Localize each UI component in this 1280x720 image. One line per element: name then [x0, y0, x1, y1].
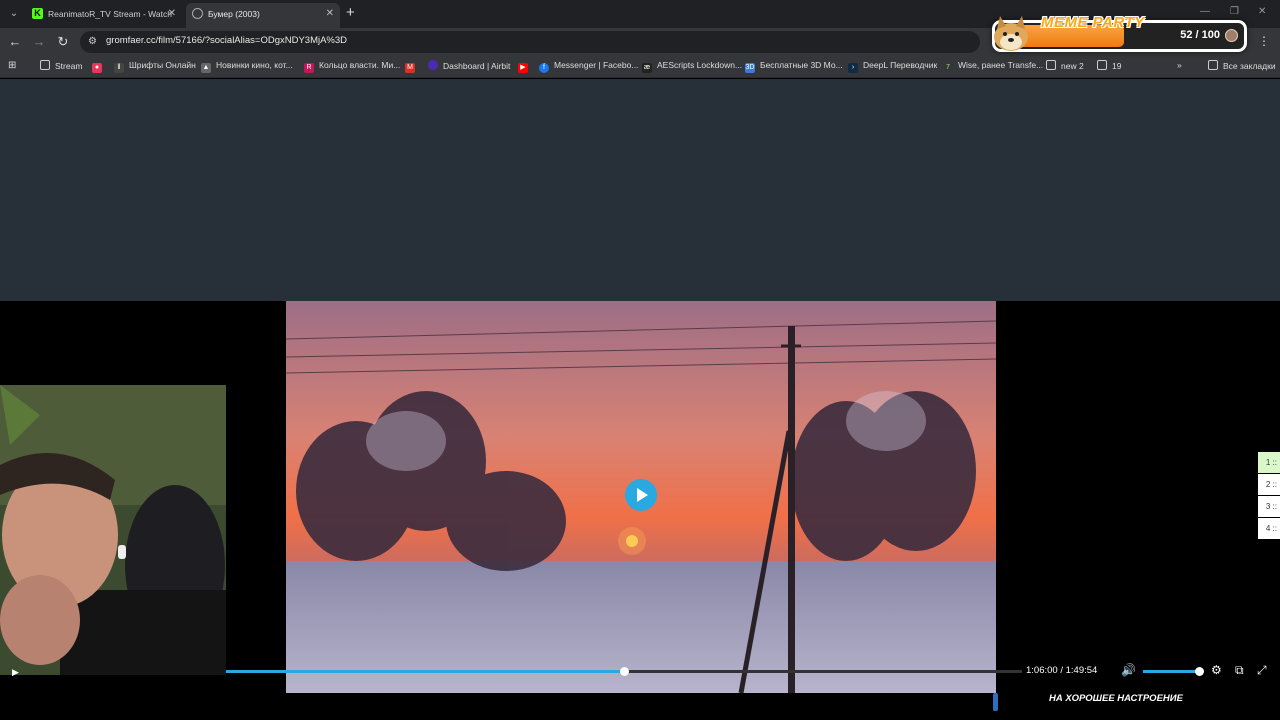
browser-menu-icon[interactable]: ⋮	[1258, 34, 1270, 48]
apps-icon[interactable]: ⊞	[8, 60, 16, 71]
restore-icon[interactable]: ❐	[1230, 6, 1239, 17]
play-icon[interactable]: ▶	[12, 667, 19, 678]
bookmark-3d[interactable]: 3D Бесплатные 3D Мо...	[745, 60, 843, 73]
forward-icon[interactable]: →	[30, 33, 48, 51]
film-icon: ▲	[201, 63, 211, 73]
folder-icon	[40, 60, 50, 70]
volume-slider[interactable]	[1143, 667, 1204, 676]
fullscreen-icon[interactable]: ⤢	[1257, 663, 1267, 678]
popout-icon[interactable]: ⧉	[1235, 663, 1244, 678]
bookmark-new2[interactable]: new 2	[1046, 60, 1084, 71]
meme-party-widget: MEME PARTY 52 / 100	[992, 14, 1247, 52]
bookmark-koltso[interactable]: R Кольцо власти. Ми...	[304, 60, 400, 73]
facebook-icon: f	[539, 63, 549, 73]
wise-icon: 7	[946, 64, 950, 71]
side-tabs: 1 :: 2 :: 3 :: 4 ::	[1258, 452, 1280, 540]
coin-icon	[1225, 29, 1238, 42]
reload-icon[interactable]: ↻	[54, 33, 72, 51]
webcam-feed	[0, 385, 226, 675]
close-window-icon[interactable]: ✕	[1258, 6, 1266, 17]
folder-icon	[1097, 60, 1107, 70]
bookmark-live[interactable]: ●	[92, 60, 107, 73]
back-icon[interactable]: ←	[6, 33, 24, 51]
tab-bumer[interactable]: Бумер (2003) ✕	[186, 3, 340, 28]
meme-party-title: MEME PARTY	[1041, 14, 1145, 31]
streamer-image	[0, 385, 226, 675]
aescripts-icon: æ	[642, 63, 652, 73]
font-icon: ‖	[114, 63, 124, 73]
doge-icon	[994, 16, 1028, 51]
folder-icon	[1046, 60, 1056, 70]
side-tab-4[interactable]: 4 ::	[1258, 518, 1280, 539]
video-player[interactable]: ▶ 1:06:00 / 1:49:54 🔊 ⚙ ⧉ ⤢ 1 :: 2 :: 3 …	[0, 301, 1280, 720]
deepl-icon: ›	[848, 63, 858, 73]
settings-gear-icon[interactable]: ⚙	[1211, 663, 1222, 677]
gmail-icon: M	[405, 63, 415, 73]
tab-title: Бумер (2003)	[208, 9, 260, 19]
tab-title: ReanimatoR_TV Stream - Watch	[48, 9, 172, 19]
r-icon: R	[304, 63, 314, 73]
globe-icon	[192, 8, 203, 19]
tab-search-chevron-icon[interactable]: ⌄	[6, 6, 22, 22]
all-bookmarks[interactable]: Все закладки	[1208, 60, 1276, 71]
bookmark-novinki[interactable]: ▲ Новинки кино, кот...	[201, 60, 293, 73]
close-icon[interactable]: ✕	[326, 3, 334, 25]
ticker-text: НА ХОРОШЕЕ НАСТРОЕНИЕ	[1049, 693, 1183, 704]
time-separator: /	[1060, 665, 1063, 676]
live-icon: ●	[92, 63, 102, 73]
tab-reanimator[interactable]: K ReanimatoR_TV Stream - Watch ✕	[26, 3, 182, 28]
bookmark-messenger[interactable]: f Messenger | Facebo...	[539, 60, 638, 73]
url-text: gromfaer.cc/film/57166/?socialAlias=ODgx…	[106, 35, 348, 46]
new-tab-icon[interactable]: +	[346, 4, 355, 21]
center-play-button[interactable]	[625, 479, 657, 511]
close-icon[interactable]: ✕	[168, 3, 176, 25]
volume-icon[interactable]: 🔊	[1121, 663, 1136, 677]
time-display: 1:06:00 / 1:49:54	[1026, 665, 1097, 676]
player-controls: ▶ 1:06:00 / 1:49:54 🔊 ⚙ ⧉ ⤢	[0, 661, 1280, 691]
bookmarks-bar: ⊞ Stream ● ‖ Шрифты Онлайн ▲ Новинки кино,…	[0, 56, 1280, 78]
site-info-icon[interactable]: ⚙	[88, 36, 97, 47]
bookmark-stream[interactable]: Stream	[40, 60, 82, 71]
bookmark-youtube[interactable]: ▶	[518, 60, 533, 73]
bookmark-19[interactable]: 19	[1097, 60, 1121, 71]
duration: 1:49:54	[1065, 665, 1098, 676]
bookmark-airbit[interactable]: Dashboard | Airbit	[428, 60, 510, 71]
current-time: 1:06:00	[1026, 665, 1058, 676]
minimize-icon[interactable]: —	[1200, 6, 1210, 17]
page-header-area	[0, 79, 1280, 301]
meme-count: 52 / 100	[1180, 29, 1220, 41]
side-tab-1[interactable]: 1 ::	[1258, 452, 1280, 473]
ticker-accent	[993, 693, 998, 711]
kick-icon: K	[32, 8, 43, 19]
side-tab-2[interactable]: 2 ::	[1258, 474, 1280, 495]
seek-bar[interactable]	[226, 667, 1022, 676]
volume-handle[interactable]	[1195, 667, 1204, 676]
bookmarks-overflow-icon[interactable]: »	[1177, 60, 1182, 70]
bookmark-aescripts[interactable]: æ AEScripts Lockdown...	[642, 60, 742, 73]
airbit-icon	[428, 60, 438, 70]
youtube-icon: ▶	[518, 63, 528, 73]
bookmark-fonts[interactable]: ‖ Шрифты Онлайн	[114, 60, 196, 73]
address-bar[interactable]: ⚙ gromfaer.cc/film/57166/?socialAlias=OD…	[80, 31, 980, 53]
seek-handle[interactable]	[620, 667, 629, 676]
bookmark-deepl[interactable]: › DeepL Переводчик	[848, 60, 937, 73]
seek-progress	[226, 670, 624, 673]
folder-icon	[1208, 60, 1218, 70]
3d-icon: 3D	[745, 63, 755, 73]
bookmark-wise[interactable]: 7 Wise, ранее Transfe...	[943, 60, 1043, 73]
bookmark-gmail[interactable]: M	[405, 60, 420, 73]
side-tab-3[interactable]: 3 ::	[1258, 496, 1280, 517]
